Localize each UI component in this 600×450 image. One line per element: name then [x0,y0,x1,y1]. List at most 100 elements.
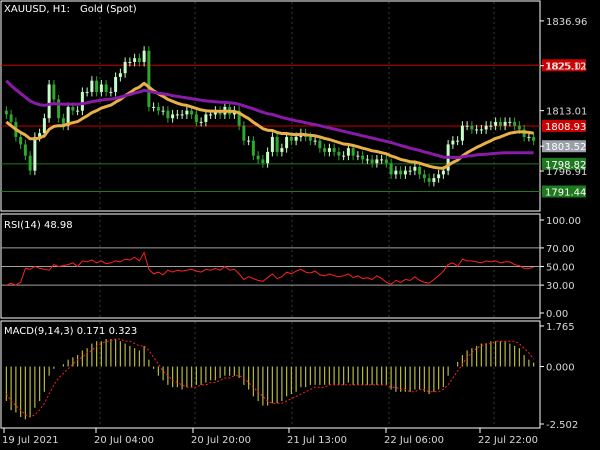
price-tick-label: 1836.96 [546,17,587,28]
candle-body [489,125,493,127]
candle-body [351,148,355,156]
candle-body [142,50,146,62]
candle-body [42,118,46,134]
candle-body [280,148,284,152]
time-tick-label: 20 Jul 20:00 [191,435,251,446]
candle-body [85,91,89,93]
trading-chart[interactable]: 1825.121808.931803.521798.821791.44 1836… [0,0,600,450]
macd-tick-label: 0.000 [546,363,575,374]
candle-body [128,61,132,63]
candle-body [242,125,246,141]
candle-body [194,114,198,122]
macd-panel: 1.765 0.000 -2.502 MACD(9,14,3) 0.171 0.32… [0,320,578,431]
candle-body [308,136,312,141]
candle-body [118,73,122,77]
candle-body [403,170,407,175]
candle-body [484,125,488,130]
candle-body [76,110,80,112]
candle-body [185,110,189,115]
candle-body [337,151,341,156]
candle-body [375,159,379,164]
candle-body [52,84,56,100]
candle-body [451,140,455,145]
candle-body [441,170,445,175]
candle-body [4,110,8,115]
price-panel: 1825.121808.931803.521798.821791.44 1836… [0,0,587,212]
candle-body [365,159,369,161]
candle-body [80,91,84,111]
candle-body [432,178,436,182]
candle-body [323,148,327,152]
candle-body [342,155,346,157]
candle-body [95,80,99,92]
rsi-panel: 100.00 70.00 50.00 30.00 0.00 RSI(14) 48.98 [0,213,581,320]
candle-body [399,170,403,175]
candle-body [465,125,469,127]
candle-body [99,84,103,92]
time-tick-label: 22 Jul 22:00 [478,435,538,446]
macd-tick-label: -2.502 [546,420,578,431]
rsi-tick-label: 0.00 [546,309,568,320]
candle-body [152,106,156,108]
candle-body [166,110,170,119]
rsi-axis: 100.00 70.00 50.00 30.00 0.00 [540,216,581,320]
candle-body [384,159,388,164]
chart-symbol: XAUUSD, H1: [4,4,70,15]
candle-body [422,174,426,179]
candle-body [285,136,289,149]
candle-body [171,114,175,119]
candle-body [494,121,498,126]
candle-body [204,114,208,122]
candle-body [209,114,213,116]
candle-body [28,155,32,171]
time-tick-label: 20 Jul 04:00 [94,435,154,446]
macd-tick-label: 1.765 [546,322,575,333]
candle-body [266,151,270,164]
macd-axis: 1.765 0.000 -2.502 [540,322,578,431]
candle-body [180,114,184,116]
candle-body [251,140,255,156]
candle-body [23,144,27,156]
candle-body [456,140,460,142]
time-tick-label: 22 Jul 06:00 [384,435,444,446]
candle-body [57,99,61,119]
candle-body [394,170,398,175]
candle-body [470,125,474,130]
candle-body [156,106,160,111]
rsi-tick-label: 70.00 [546,244,575,255]
candle-body [256,155,260,160]
candle-body [270,136,274,152]
candle-body [361,155,365,160]
rsi-tick-label: 30.00 [546,281,575,292]
candle-body [513,121,517,126]
candle-body [413,166,417,171]
candle-body [175,114,179,116]
candle-body [427,178,431,182]
candle-body [346,148,350,156]
candle-body [332,148,336,152]
macd-panel-frame [0,320,541,429]
candle-body [503,121,507,126]
time-axis: 19 Jul 2021 20 Jul 04:00 20 Jul 20:00 21 Ju… [2,428,538,446]
candle-body [289,136,293,141]
candle-body [380,159,384,161]
candle-body [90,80,94,92]
candle-body [33,136,37,171]
rsi-title: RSI(14) 48.98 [4,220,73,231]
candle-body [123,61,127,74]
candle-body [71,106,75,111]
candle-body [532,136,536,141]
candle-body [294,136,298,141]
candle-body [356,155,360,157]
candle-body [109,91,113,93]
candle-body [517,125,521,130]
candle-body [275,136,279,152]
candle-body [247,140,251,142]
candle-body [190,110,194,115]
candle-body [313,140,317,142]
candle-body [370,159,374,164]
candle-body [114,76,118,92]
chart-instrument-name: Gold (Spot) [80,4,137,15]
candle-body [327,148,331,152]
candle-body [19,136,23,145]
